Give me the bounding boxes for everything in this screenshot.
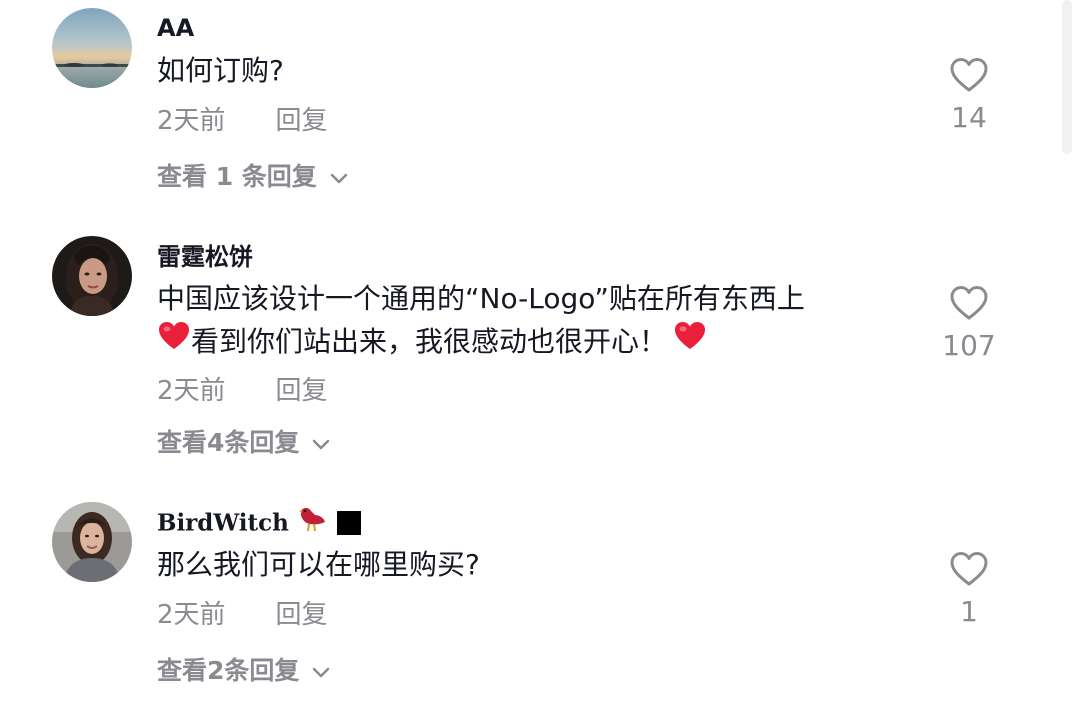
comment-meta: 2天前 回复	[157, 600, 328, 630]
black-square-icon	[336, 510, 361, 535]
view-replies-label: 查看 1 条回复	[157, 162, 317, 191]
username[interactable]: 雷霆松饼	[157, 243, 253, 271]
chevron-down-icon	[329, 162, 349, 192]
heart-outline-icon[interactable]	[949, 284, 989, 324]
like-count: 14	[951, 101, 987, 134]
chevron-down-icon	[311, 656, 331, 686]
username[interactable]: BirdWitch	[157, 508, 361, 540]
heart-outline-icon[interactable]	[949, 56, 989, 96]
username[interactable]: AA	[157, 14, 194, 42]
chevron-down-icon	[311, 428, 331, 458]
comment-text-line-2: 看到你们站出来，我很感动也很开心！	[157, 320, 707, 362]
red-heart-emoji-icon	[157, 320, 191, 362]
comment-text-line-1: 中国应该设计一个通用的“No-Logo”贴在所有东西上	[157, 282, 805, 315]
comment-text: 如何订购?	[157, 54, 284, 87]
view-replies-label: 查看2条回复	[157, 656, 300, 685]
like-control: 1	[936, 550, 1002, 628]
avatar[interactable]	[52, 236, 132, 316]
scrollbar-thumb[interactable]	[1062, 0, 1072, 154]
heart-outline-icon[interactable]	[949, 550, 989, 590]
avatar[interactable]	[52, 502, 132, 582]
timestamp: 2天前	[157, 376, 226, 406]
comment-meta: 2天前 回复	[157, 106, 328, 136]
timestamp: 2天前	[157, 600, 226, 630]
view-replies-button[interactable]: 查看 1 条回复	[157, 162, 349, 192]
red-bird-icon	[297, 505, 327, 540]
like-control: 107	[936, 284, 1002, 362]
view-replies-button[interactable]: 查看2条回复	[157, 656, 331, 686]
reply-button[interactable]: 回复	[276, 106, 328, 136]
like-control: 14	[936, 56, 1002, 134]
reply-button[interactable]: 回复	[276, 376, 328, 406]
view-replies-button[interactable]: 查看4条回复	[157, 428, 331, 458]
username-label: BirdWitch	[157, 509, 289, 537]
comment-text: 那么我们可以在哪里购买?	[157, 548, 480, 581]
like-count: 1	[960, 595, 978, 628]
like-count: 107	[942, 329, 996, 362]
view-replies-label: 查看4条回复	[157, 428, 300, 457]
avatar[interactable]	[52, 8, 132, 88]
reply-button[interactable]: 回复	[276, 600, 328, 630]
comment-text-line-2-content: 看到你们站出来，我很感动也很开心！	[191, 325, 668, 358]
timestamp: 2天前	[157, 106, 226, 136]
red-heart-emoji-icon	[673, 320, 707, 362]
comment-meta: 2天前 回复	[157, 376, 328, 406]
